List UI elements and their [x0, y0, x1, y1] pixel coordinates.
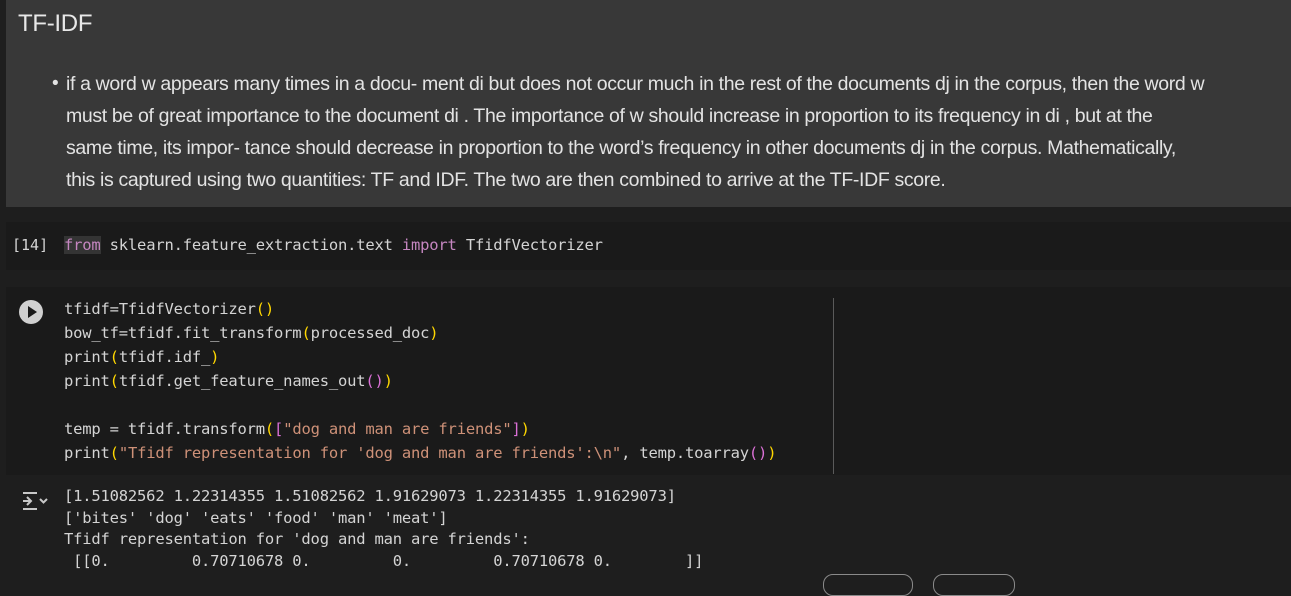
play-circle-icon[interactable] — [19, 300, 43, 324]
code-line-2: bow_tf=tfidf.fit_transform(processed_doc… — [64, 324, 439, 342]
floating-toolbar-button[interactable] — [933, 574, 1015, 596]
import-name: TfidfVectorizer — [456, 236, 603, 254]
cell-output: [1.51082562 1.22314355 1.51082562 1.9162… — [6, 476, 1291, 579]
code-line-6: temp = tfidf.transform(["dog and man are… — [64, 420, 530, 438]
code-line-3: print(tfidf.idf_) — [64, 348, 220, 366]
cell-gap — [0, 207, 1291, 222]
output-line-1: [1.51082562 1.22314355 1.51082562 1.9162… — [64, 487, 676, 505]
markdown-bullet: • if a word w appears many times in a do… — [52, 68, 1288, 196]
output-line-3: Tfidf representation for 'dog and man ar… — [64, 530, 530, 549]
output-toggle-icon[interactable] — [20, 488, 48, 514]
output-text: [1.51082562 1.22314355 1.51082562 1.9162… — [64, 486, 703, 572]
code-line-1: tfidf=TfidfVectorizer() — [64, 300, 275, 318]
bullet-text-line-4: this is captured using two quantities: T… — [66, 169, 946, 191]
bullet-text-line-1: if a word w appears many times in a docu… — [66, 73, 1205, 95]
bullet-text-line-2: must be of great importance to the docum… — [66, 105, 1153, 127]
code-line-4: print(tfidf.get_feature_names_out()) — [64, 372, 393, 390]
floating-toolbar-button[interactable] — [823, 574, 913, 596]
output-line-4: [[0. 0.70710678 0. 0. 0.70710678 0. ]] — [64, 551, 704, 570]
code-editor[interactable]: from sklearn.feature_extraction.text imp… — [64, 236, 603, 254]
markdown-bullet-list: • if a word w appears many times in a do… — [52, 68, 1288, 196]
code-cell-tfidf[interactable]: tfidf=TfidfVectorizer() bow_tf=tfidf.fit… — [6, 287, 1291, 475]
code-cell-import[interactable]: [14] from sklearn.feature_extraction.tex… — [6, 222, 1291, 270]
editor-ruler — [833, 298, 834, 474]
keyword-import: import — [401, 236, 457, 254]
code-editor[interactable]: tfidf=TfidfVectorizer() bow_tf=tfidf.fit… — [64, 297, 777, 465]
keyword-from: from — [64, 236, 101, 254]
code-line-7: print("Tfidf representation for 'dog and… — [64, 444, 777, 462]
module-path: sklearn.feature_extraction.text — [100, 236, 402, 254]
execution-count: [14] — [12, 236, 49, 254]
output-line-2: ['bites' 'dog' 'eats' 'food' 'man' 'meat… — [64, 508, 448, 527]
bullet-dot-icon: • — [52, 73, 59, 94]
bullet-text-line-3: same time, its impor- tance should decre… — [66, 137, 1176, 159]
markdown-cell[interactable]: TF-IDF • if a word w appears many times … — [6, 0, 1291, 207]
markdown-title: TF-IDF — [18, 10, 93, 37]
